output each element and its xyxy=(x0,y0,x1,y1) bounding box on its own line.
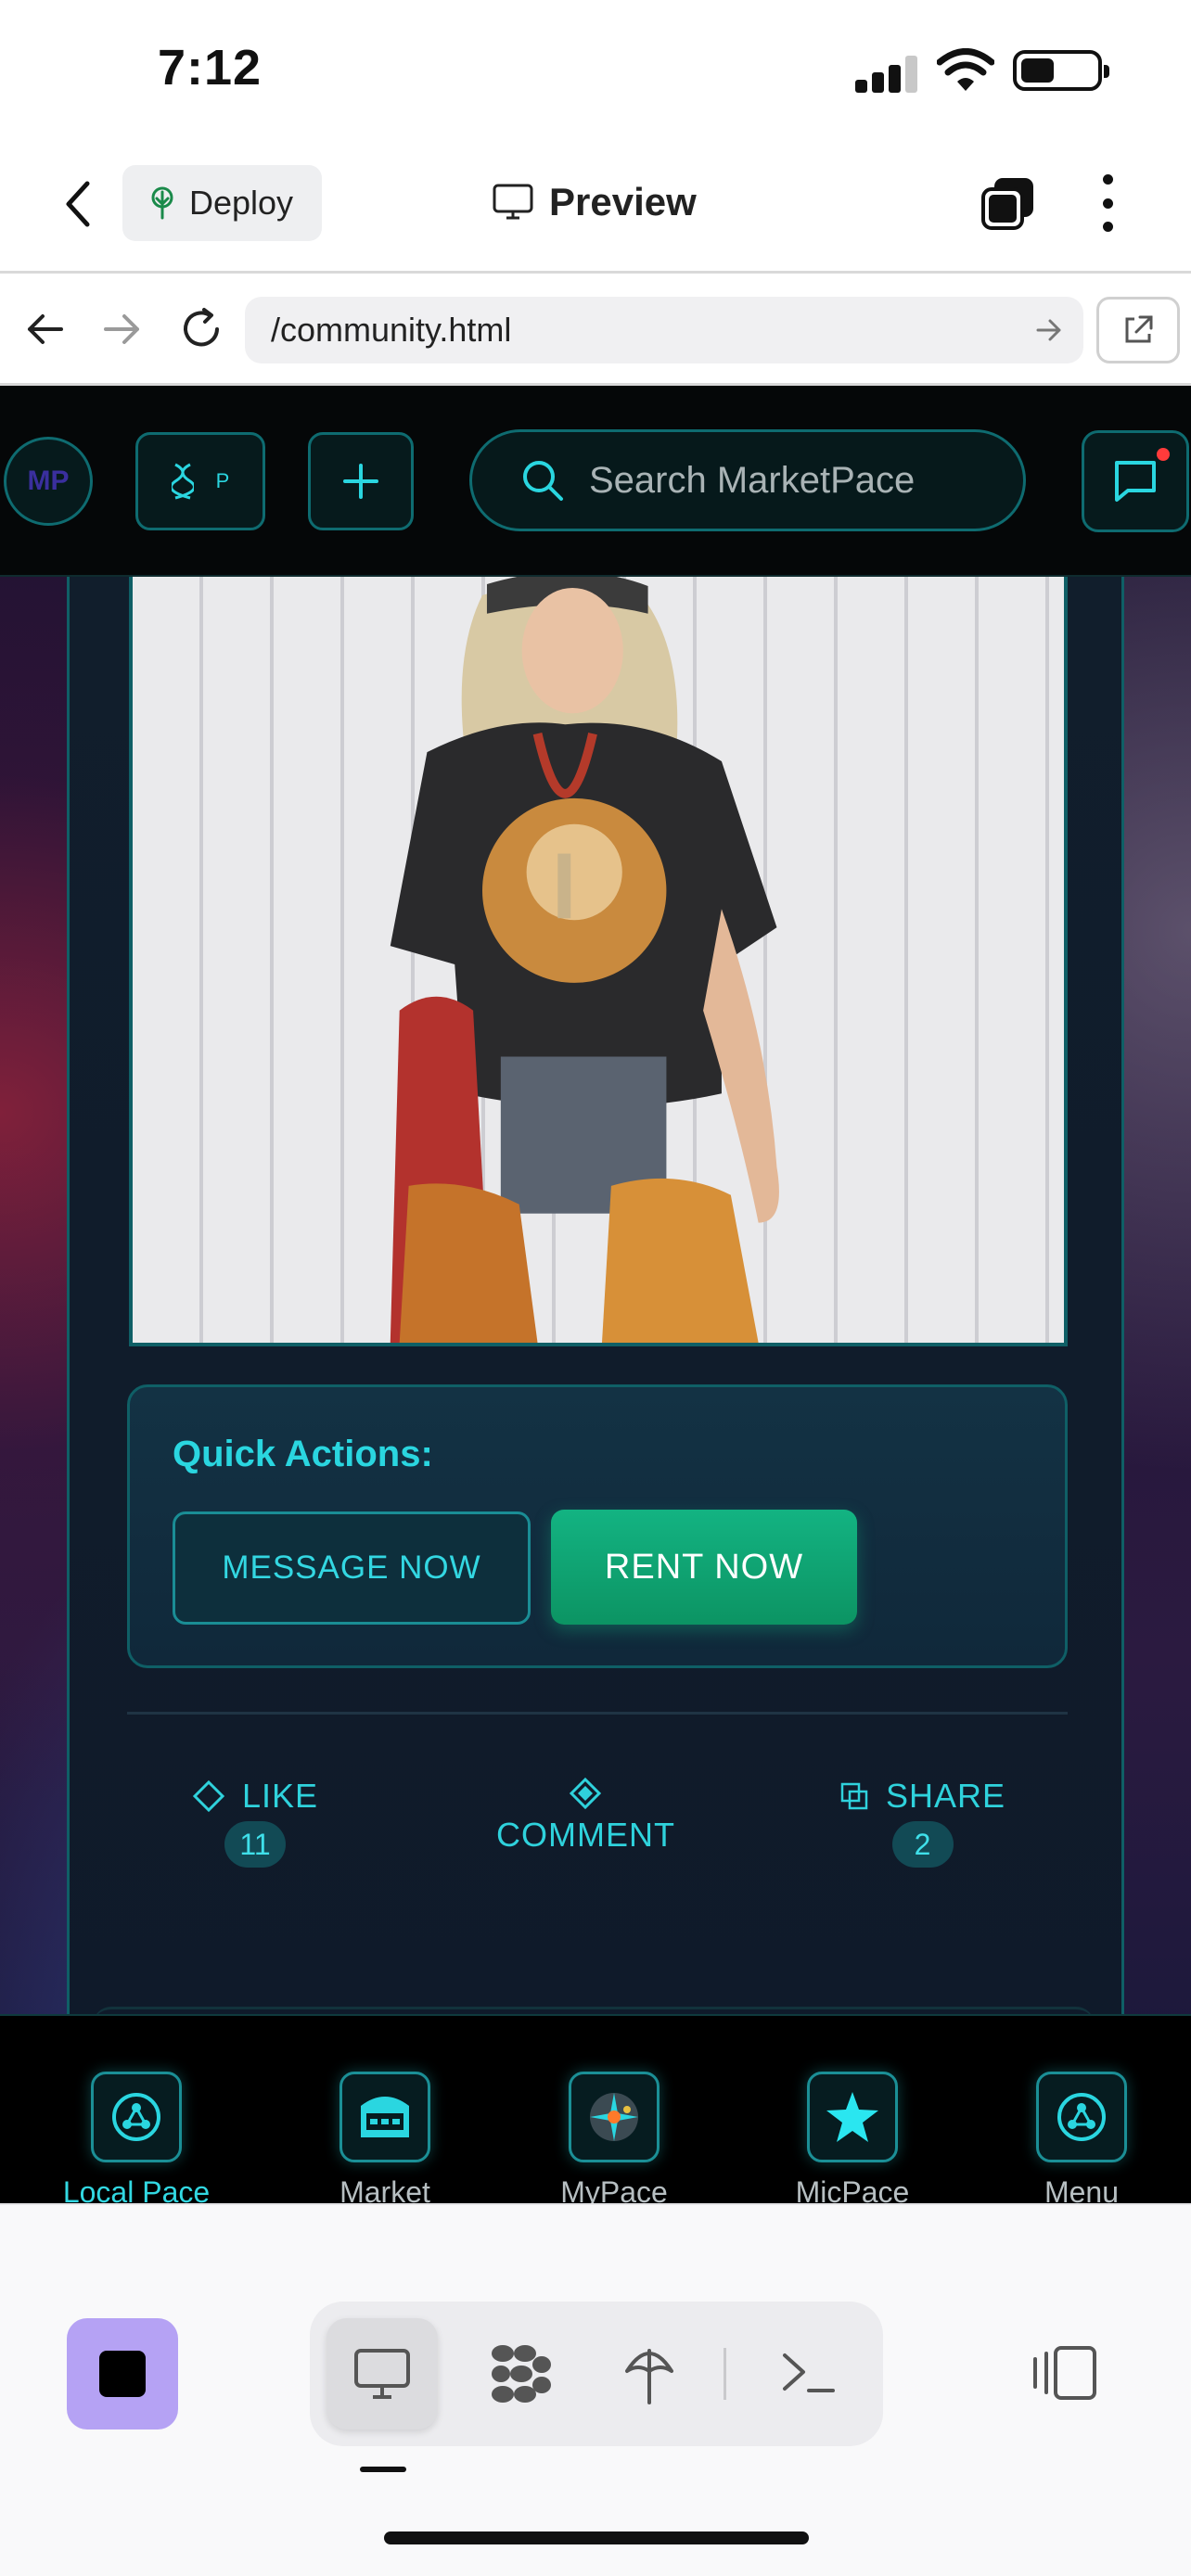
cellular-signal-icon xyxy=(855,56,920,93)
deploy-tree-icon xyxy=(151,186,173,220)
message-now-button[interactable]: MESSAGE NOW xyxy=(173,1511,531,1625)
dna-button[interactable]: P xyxy=(135,432,265,530)
dna-icon xyxy=(171,463,194,500)
home-indicator xyxy=(384,2531,809,2544)
nav-label-menu: Menu xyxy=(1044,2175,1120,2203)
go-arrow-icon[interactable] xyxy=(1035,317,1063,343)
monitor-icon xyxy=(493,184,533,220)
app-bar: Deploy Preview xyxy=(0,139,1191,274)
status-time: 7:12 xyxy=(158,40,263,96)
search-icon xyxy=(523,461,563,501)
add-post-button[interactable] xyxy=(308,432,414,530)
card-divider xyxy=(127,1712,1068,1715)
marketpace-logo[interactable]: MP xyxy=(4,437,93,526)
like-button[interactable]: LIKE 11 xyxy=(192,1777,318,1868)
url-field[interactable]: /community.html xyxy=(245,297,1083,363)
stop-icon xyxy=(99,2351,146,2397)
comment-button[interactable]: COMMENT xyxy=(496,1777,675,1855)
nav-item-menu[interactable]: Menu xyxy=(989,2072,1174,2203)
deploy-view-button[interactable] xyxy=(594,2318,705,2429)
bottom-nav: Local Pace Market MyPace MicPace Menu xyxy=(0,2014,1191,2203)
segment-separator xyxy=(724,2348,726,2400)
nav-item-micpace[interactable]: MicPace xyxy=(760,2072,945,2203)
share-label: SHARE xyxy=(886,1777,1006,1815)
reload-icon[interactable] xyxy=(176,304,226,354)
deploy-tree-icon xyxy=(625,2349,673,2404)
nav-label-micpace: MicPace xyxy=(795,2175,910,2203)
diamond-outline-icon xyxy=(192,1779,225,1813)
browser-back-icon[interactable] xyxy=(20,304,70,354)
nav-label-mypace: MyPace xyxy=(560,2175,668,2203)
nav-item-local-pace[interactable]: Local Pace xyxy=(44,2072,229,2203)
battery-icon xyxy=(1013,50,1109,91)
browser-forward-icon[interactable] xyxy=(96,304,147,354)
share-button[interactable]: SHARE 2 xyxy=(839,1777,1005,1868)
star-icon xyxy=(807,2072,898,2162)
like-label: LIKE xyxy=(242,1777,319,1815)
deploy-label: Deploy xyxy=(189,184,294,222)
site-header: MP P Search MarketPace xyxy=(0,386,1191,577)
diamond-filled-icon xyxy=(570,1777,602,1810)
dna-badge-text: P xyxy=(215,469,230,492)
mypace-icon xyxy=(569,2072,660,2162)
comment-label: COMMENT xyxy=(496,1816,675,1854)
menu-icon xyxy=(1036,2072,1127,2162)
preview-title[interactable]: Preview xyxy=(492,174,697,230)
post-card: Quick Actions: MESSAGE NOW RENT NOW LIKE… xyxy=(67,525,1124,2153)
tabs-icon[interactable] xyxy=(980,174,1037,232)
more-options-icon[interactable] xyxy=(1095,174,1121,232)
search-input[interactable]: Search MarketPace xyxy=(469,429,1026,531)
market-icon xyxy=(339,2072,430,2162)
battery-level xyxy=(1021,58,1054,83)
dots-grid-icon xyxy=(492,2345,551,2403)
local-pace-icon xyxy=(91,2072,182,2162)
back-icon[interactable] xyxy=(56,176,102,232)
side-panel-icon[interactable] xyxy=(1030,2342,1100,2404)
notification-dot xyxy=(1157,448,1170,461)
share-count: 2 xyxy=(891,1821,954,1868)
share-icon xyxy=(840,1782,868,1810)
rent-now-button[interactable]: RENT NOW xyxy=(551,1510,857,1625)
preview-label: Preview xyxy=(549,180,697,223)
monitor-icon xyxy=(354,2349,410,2399)
nav-item-market[interactable]: Market xyxy=(292,2072,478,2203)
url-text: /community.html xyxy=(271,311,512,349)
chat-icon xyxy=(1115,461,1156,502)
stop-button[interactable] xyxy=(67,2318,178,2429)
grid-view-button[interactable] xyxy=(466,2318,577,2429)
external-link-icon xyxy=(1125,315,1153,343)
view-switcher xyxy=(310,2302,883,2446)
like-count: 11 xyxy=(224,1821,287,1868)
terminal-icon xyxy=(783,2353,835,2392)
post-photo-illustration xyxy=(390,577,779,1343)
web-content: Quick Actions: MESSAGE NOW RENT NOW LIKE… xyxy=(0,386,1191,2203)
quick-actions-title: Quick Actions: xyxy=(173,1434,433,1474)
wifi-icon xyxy=(937,48,994,91)
deploy-button[interactable]: Deploy xyxy=(122,165,322,241)
active-view-indicator xyxy=(360,2467,406,2472)
open-external-button[interactable] xyxy=(1096,297,1180,363)
bottom-toolbar xyxy=(0,2203,1191,2576)
quick-actions-panel: Quick Actions: MESSAGE NOW RENT NOW xyxy=(127,1384,1068,1668)
search-placeholder: Search MarketPace xyxy=(589,459,916,501)
post-image[interactable] xyxy=(129,577,1068,1346)
nav-label-local-pace: Local Pace xyxy=(62,2175,211,2203)
desktop-view-button[interactable] xyxy=(327,2318,438,2429)
status-bar: 7:12 xyxy=(0,0,1191,139)
plus-icon xyxy=(343,464,378,499)
nav-item-mypace[interactable]: MyPace xyxy=(521,2072,707,2203)
console-view-button[interactable] xyxy=(753,2318,864,2429)
browser-toolbar: /community.html xyxy=(0,276,1191,386)
messages-button[interactable] xyxy=(1082,430,1189,532)
nav-label-market: Market xyxy=(339,2175,430,2203)
